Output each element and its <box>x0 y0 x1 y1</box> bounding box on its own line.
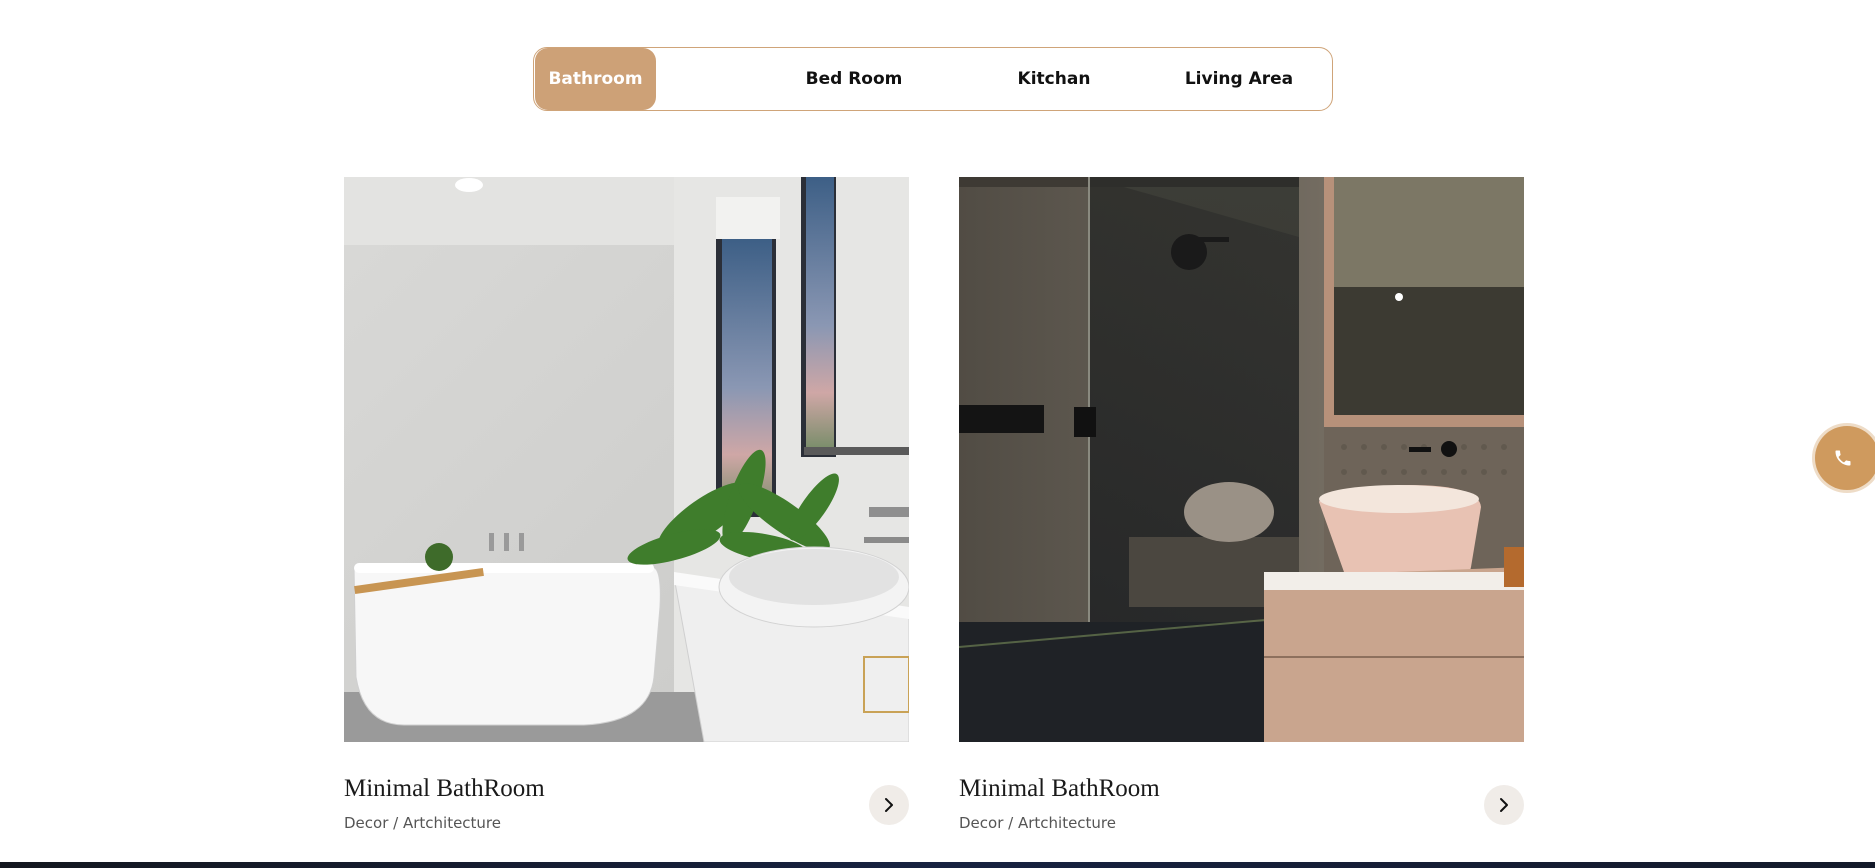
chevron-right-icon <box>1500 798 1508 812</box>
footer-edge <box>0 862 1875 868</box>
chevron-right-icon <box>885 798 893 812</box>
card-arrow-button[interactable] <box>869 785 909 825</box>
phone-icon <box>1835 450 1851 466</box>
tab-bed-room[interactable]: Bed Room <box>754 48 954 110</box>
card-subtitle: Decor / Artchitecture <box>959 814 1117 832</box>
call-button[interactable] <box>1815 426 1875 490</box>
card-title: Minimal BathRoom <box>344 775 545 802</box>
category-tabs: Bathroom Bed Room Kitchan Living Area <box>533 47 1333 111</box>
project-card: Minimal BathRoom Decor / Artchitecture <box>959 177 1524 832</box>
bathroom-bathtub-photo[interactable] <box>344 177 909 742</box>
project-card: Minimal BathRoom Decor / Artchitecture <box>344 177 909 832</box>
card-title: Minimal BathRoom <box>959 775 1160 802</box>
card-arrow-button[interactable] <box>1484 785 1524 825</box>
card-subtitle: Decor / Artchitecture <box>344 814 502 832</box>
tab-living-area[interactable]: Living Area <box>1144 48 1334 110</box>
tab-kitchan[interactable]: Kitchan <box>974 48 1134 110</box>
bathroom-shower-photo[interactable] <box>959 177 1524 742</box>
tab-bathroom[interactable]: Bathroom <box>535 48 656 110</box>
